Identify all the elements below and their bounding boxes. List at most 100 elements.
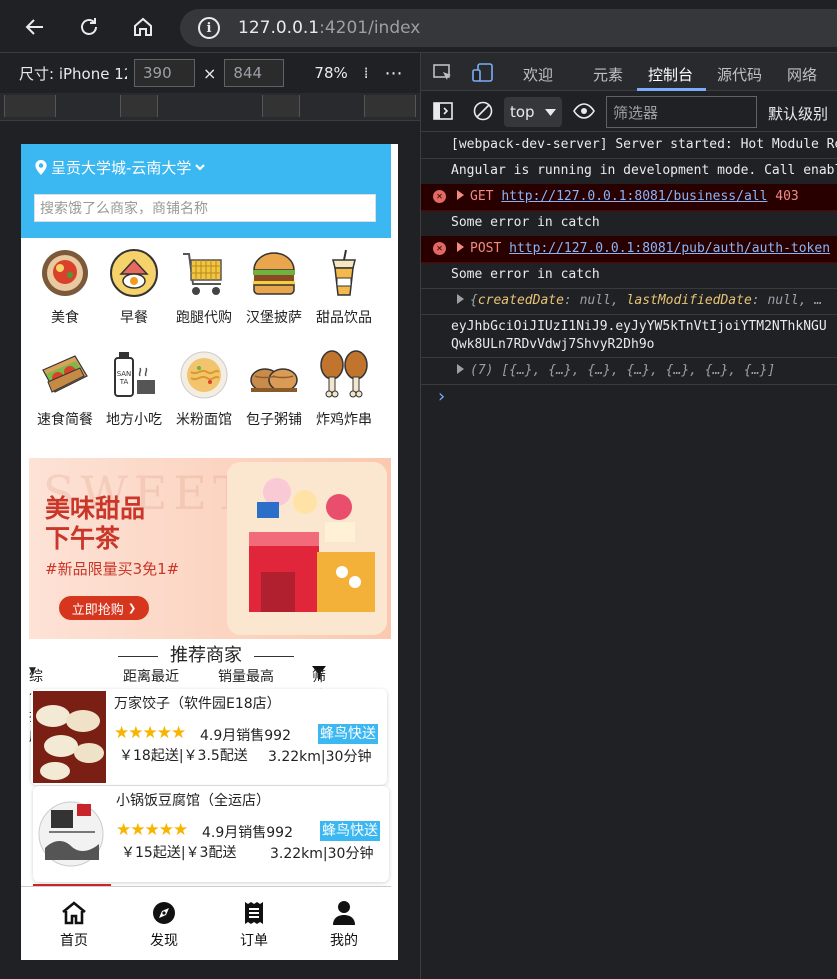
devtools-tab-console[interactable]: 控制台	[648, 64, 693, 85]
console-message[interactable]: Some error in catch	[421, 210, 837, 237]
tab-orders[interactable]: 订单	[219, 901, 289, 950]
app-header: 呈贡大学城-云南大学 搜索饿了么商家，商铺名称	[21, 144, 391, 238]
home-button[interactable]	[126, 10, 160, 44]
arrow-left-icon	[25, 19, 43, 35]
compass-icon	[153, 902, 175, 924]
shop-card[interactable]: 万家饺子（软件园E18店） ★★★★★ 4.9月销售992 蜂鸟快送 ￥18起送…	[31, 689, 387, 785]
expand-triangle-icon[interactable]	[457, 364, 464, 374]
zoom-select[interactable]: 78%	[314, 64, 347, 82]
category-dessert[interactable]: 甜品饮品	[309, 248, 379, 328]
console-prompt[interactable]: ›	[436, 386, 447, 407]
console-object[interactable]: {createdDate: null, lastModifiedDate: nu…	[421, 288, 837, 315]
ruler-segment[interactable]	[364, 95, 416, 117]
sort-top-sales[interactable]: 销量最高	[218, 666, 274, 686]
category-errand[interactable]: 跑腿代购	[169, 248, 239, 328]
distance-time: 3.22km|30分钟	[270, 846, 374, 862]
device-height-input[interactable]: 844	[224, 59, 285, 87]
rating-sales: 4.9月销售992	[200, 725, 291, 745]
search-input[interactable]: 搜索饿了么商家，商铺名称	[34, 194, 376, 222]
category-bun[interactable]: 包子粥铺	[239, 350, 309, 430]
bottom-tab-bar: 首页 发现 订单 我的	[21, 886, 391, 960]
sort-nearest[interactable]: 距离最近	[123, 666, 179, 686]
category-fastfood[interactable]: 速食简餐	[30, 350, 100, 430]
eye-icon[interactable]	[573, 103, 595, 119]
console-error[interactable]: ✕ POST http://127.0.0.1:8081/pub/auth/au…	[421, 236, 837, 263]
more-options-icon[interactable]: ⋯	[385, 63, 404, 84]
monthly-sales: 月销售992	[224, 825, 293, 841]
filter-button[interactable]: 筛选	[312, 666, 326, 705]
media-query-bar[interactable]	[0, 93, 420, 121]
context-select[interactable]: top	[504, 97, 562, 127]
device-size-select[interactable]: 尺寸: iPhone 12 |	[19, 63, 127, 84]
console-error[interactable]: ✕ GET http://127.0.0.1:8081/business/all…	[421, 184, 837, 211]
category-burger[interactable]: 汉堡披萨	[239, 248, 309, 328]
sidebar-toggle-icon[interactable]	[433, 102, 453, 120]
location-selector[interactable]: 呈贡大学城-云南大学	[35, 157, 206, 178]
banner-button-label: 立即抢购	[71, 602, 124, 618]
shop-card[interactable]: 小锅饭豆腐馆（全运店） ★★★★★ 4.9月销售992 蜂鸟快送 ￥15起送|￥…	[33, 786, 389, 882]
request-url-link[interactable]: http://127.0.0.1:8081/business/all	[501, 189, 767, 204]
devtools-tab-elements[interactable]: 元素	[593, 64, 623, 85]
object-value: null	[767, 293, 799, 308]
console-message[interactable]: [webpack-dev-server] Server started: Hot…	[421, 132, 837, 159]
shop-name: 小锅饭豆腐馆（全运店）	[116, 793, 270, 809]
ruler-segment[interactable]	[120, 95, 158, 117]
category-breakfast[interactable]: 早餐	[99, 248, 169, 328]
rotate-icon[interactable]: ⁞	[364, 64, 369, 82]
delivery-fee: ￥15起送|￥3配送	[121, 845, 237, 861]
banner-title: 美味甜品 下午茶	[45, 494, 145, 554]
object-preview: {createdDate: null, lastModifiedDate: nu…	[470, 293, 823, 308]
console-message[interactable]: Some error in catch	[421, 262, 837, 289]
location-pin-icon	[35, 160, 47, 175]
ruler-segment[interactable]	[262, 95, 300, 117]
clear-console-icon[interactable]	[473, 101, 493, 121]
device-toggle-icon[interactable]	[472, 63, 494, 83]
devtools-tab-network[interactable]: 网络	[787, 64, 817, 85]
expand-triangle-icon[interactable]	[457, 294, 464, 304]
tab-discover[interactable]: 发现	[129, 901, 199, 950]
home-icon	[62, 901, 86, 925]
array-preview: (7) [{…}, {…}, {…}, {…}, {…}, {…}, {…}]	[470, 363, 776, 378]
breakfast-icon	[110, 249, 158, 297]
console-message[interactable]: Angular is running in development mode. …	[421, 158, 837, 185]
request-method: GET	[470, 189, 494, 204]
info-icon[interactable]: i	[198, 17, 220, 39]
url-path: :4201/index	[319, 18, 421, 38]
category-label: 地方小吃	[106, 412, 162, 428]
browser-toolbar: i 127.0.0.1:4201/index	[0, 0, 837, 53]
console-array[interactable]: (7) [{…}, {…}, {…}, {…}, {…}, {…}, {…}]	[421, 358, 837, 385]
banner-buy-button[interactable]: 立即抢购 ❯	[59, 596, 149, 620]
category-label: 速食简餐	[37, 412, 93, 428]
console-filter-input[interactable]: 筛选器	[606, 96, 757, 128]
dessert-illustration	[227, 462, 387, 635]
inspect-element-icon[interactable]	[433, 64, 453, 82]
category-chicken[interactable]: 炸鸡炸串	[309, 350, 379, 430]
expand-triangle-icon[interactable]	[457, 242, 464, 252]
snack-icon: SANTA	[114, 352, 155, 397]
restaurant-logo-image	[35, 788, 108, 880]
category-label: 跑腿代购	[176, 310, 232, 326]
tab-home[interactable]: 首页	[39, 901, 109, 950]
section-title: 推荐商家	[21, 641, 391, 667]
ruler-segment[interactable]	[4, 95, 56, 117]
expand-triangle-icon[interactable]	[457, 190, 464, 200]
request-url-link[interactable]: http://127.0.0.1:8081/pub/auth/auth-toke…	[509, 241, 830, 256]
log-level-select[interactable]: 默认级别	[768, 103, 828, 124]
category-label: 甜品饮品	[316, 310, 372, 326]
back-button[interactable]	[18, 10, 52, 44]
console-token[interactable]: eyJhbGciOiJIUzI1NiJ9.eyJyYW5kTnVtIjoiYTM…	[421, 314, 837, 358]
category-noodle[interactable]: 米粉面馆	[169, 350, 239, 430]
delivery-badge: 蜂鸟快送	[318, 724, 378, 744]
category-label: 炸鸡炸串	[316, 412, 372, 428]
devtools-tab-sources[interactable]: 源代码	[717, 64, 762, 85]
address-bar[interactable]: i 127.0.0.1:4201/index	[180, 9, 837, 47]
devtools-tab-welcome[interactable]: 欢迎	[523, 64, 553, 85]
device-width-input[interactable]: 390	[134, 59, 195, 87]
category-snack[interactable]: SAN TA 地方小吃	[99, 350, 169, 430]
caret-down-icon	[544, 108, 556, 116]
category-food[interactable]: 美食	[30, 248, 100, 328]
tab-profile[interactable]: 我的	[309, 901, 379, 950]
reload-button[interactable]	[72, 10, 106, 44]
promo-banner[interactable]: SWEET 美味甜品 下午茶 #新品限量买3免1# 立即抢购 ❯	[29, 458, 391, 639]
category-label: 美食	[51, 310, 79, 326]
